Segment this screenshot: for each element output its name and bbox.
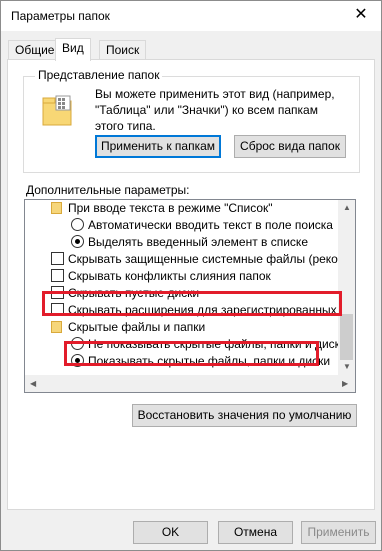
scroll-thumb[interactable] [340, 314, 353, 360]
apply-to-folders-button[interactable]: Применить к папкам [95, 135, 221, 158]
horizontal-scrollbar[interactable]: ◀ ▶ [25, 375, 355, 392]
title-bar: Параметры папок ✕ [1, 1, 381, 31]
list-item[interactable]: Автоматически вводить текст в поле поиск… [71, 217, 333, 234]
highlight-box [64, 341, 319, 366]
list-item-label: Автоматически вводить текст в поле поиск… [88, 218, 333, 232]
list-item-label: При вводе текста в режиме "Список" [68, 201, 273, 215]
folder-view-icon [42, 95, 72, 126]
apply-button[interactable]: Применить [301, 521, 376, 544]
advanced-settings-label: Дополнительные параметры: [26, 183, 190, 197]
list-item[interactable]: Скрывать защищенные системные файлы (рек… [51, 251, 356, 268]
tab-search[interactable]: Поиск [99, 40, 147, 60]
checkbox[interactable] [51, 252, 64, 265]
list-item-label: Скрывать конфликты слияния папок [68, 269, 271, 283]
radio-button[interactable] [71, 218, 84, 231]
cancel-button[interactable]: Отмена [218, 521, 293, 544]
ok-button[interactable]: OK [133, 521, 208, 544]
list-item[interactable]: Скрывать конфликты слияния папок [51, 268, 271, 285]
restore-defaults-button[interactable]: Восстановить значения по умолчанию [132, 404, 357, 427]
list-item[interactable]: При вводе текста в режиме "Список" [51, 200, 273, 217]
scroll-left-icon[interactable]: ◀ [30, 379, 36, 388]
radio-button[interactable] [71, 235, 84, 248]
list-item-label: Скрывать защищенные системные файлы (рек… [68, 252, 356, 266]
checkbox[interactable] [51, 269, 64, 282]
scroll-down-icon[interactable]: ▼ [343, 362, 351, 371]
scroll-right-icon[interactable]: ▶ [342, 379, 348, 388]
reset-folders-button[interactable]: Сброс вида папок [234, 135, 346, 158]
highlight-box [42, 291, 342, 316]
close-icon[interactable]: ✕ [351, 5, 371, 25]
list-item[interactable]: Скрытые файлы и папки [51, 319, 205, 336]
folder-view-legend: Представление папок [35, 68, 163, 82]
tab-view[interactable]: Вид [55, 38, 91, 61]
scroll-up-icon[interactable]: ▲ [343, 203, 351, 212]
folder-icon [51, 321, 62, 333]
folder-icon [51, 202, 62, 214]
list-item-label: Выделять введенный элемент в списке [88, 235, 308, 249]
vertical-scrollbar[interactable]: ▲ ▼ [338, 200, 355, 375]
list-item[interactable]: Выделять введенный элемент в списке [71, 234, 308, 251]
window-title: Параметры папок [11, 9, 110, 23]
list-item-label: Скрытые файлы и папки [68, 320, 206, 334]
folder-options-dialog: Параметры папок ✕ Общие Вид Поиск Предст… [0, 0, 382, 551]
tab-general[interactable]: Общие [8, 40, 62, 60]
folder-view-description: Вы можете применить этот вид (например, … [95, 87, 335, 133]
